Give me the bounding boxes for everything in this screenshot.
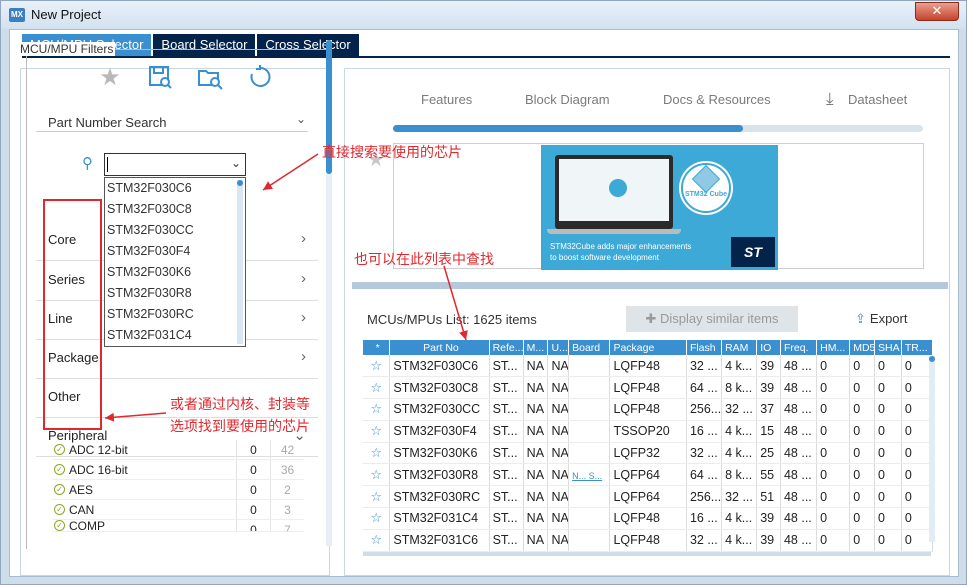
arrow-list: [443, 265, 468, 341]
annotation-arrows: [104, 153, 468, 422]
arrow-search: [262, 153, 319, 191]
annotation-list: 也可以在此列表中查找: [354, 251, 494, 267]
annotation-filters-line2: 选项找到要使用的芯片: [170, 418, 310, 434]
annotation-filters-line1: 或者通过内核、封装等: [170, 396, 310, 412]
arrow-filters: [104, 412, 167, 422]
